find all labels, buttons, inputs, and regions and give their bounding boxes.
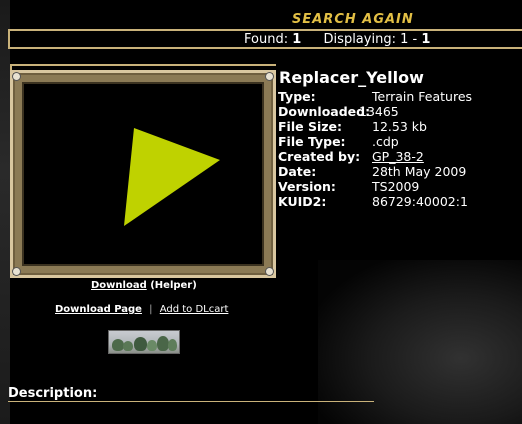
preview-image bbox=[22, 82, 264, 266]
info-label: Date: bbox=[278, 164, 317, 179]
info-label: Downloaded: bbox=[278, 104, 371, 119]
found-label: Found: bbox=[244, 32, 289, 47]
rivet-icon bbox=[12, 267, 21, 276]
info-value: Terrain Features bbox=[372, 89, 473, 104]
preview-image-frame bbox=[10, 70, 276, 278]
info-row-type: Type: Terrain Features bbox=[278, 89, 472, 104]
results-count-bar: Found: 1 Displaying: 1 - 1 bbox=[8, 29, 522, 49]
info-row-kuid2: KUID2: 86729:40002:1 bbox=[278, 194, 468, 209]
info-label: Version: bbox=[278, 179, 336, 194]
info-row-created-by: Created by: GP_38-2 bbox=[278, 149, 424, 164]
info-label: KUID2: bbox=[278, 194, 327, 209]
add-to-dlcart-link[interactable]: Add to DLcart bbox=[160, 304, 229, 315]
links-line: Download Page | Add to DLcart bbox=[55, 304, 228, 315]
creator-link[interactable]: GP_38-2 bbox=[372, 149, 424, 164]
info-row-downloaded: Downloaded: 13465 bbox=[278, 104, 399, 119]
displaying-range: 1 - bbox=[400, 32, 418, 47]
info-label: File Type: bbox=[278, 134, 346, 149]
description-divider bbox=[8, 401, 374, 402]
asset-title: Replacer_Yellow bbox=[279, 68, 424, 87]
background-rock-texture bbox=[0, 0, 10, 424]
info-label: File Size: bbox=[278, 119, 342, 134]
rivet-icon bbox=[265, 72, 274, 81]
info-row-file-type: File Type: .cdp bbox=[278, 134, 399, 149]
background-rock-texture-right bbox=[318, 260, 522, 424]
results-count: Found: 1 Displaying: 1 - 1 bbox=[244, 32, 430, 48]
info-value: 28th May 2009 bbox=[372, 164, 467, 179]
description-label: Description: bbox=[8, 386, 98, 401]
info-value: 12.53 kb bbox=[372, 119, 427, 134]
info-value: TS2009 bbox=[372, 179, 420, 194]
info-value: 86729:40002:1 bbox=[372, 194, 468, 209]
play-triangle-icon bbox=[124, 128, 220, 226]
download-link[interactable]: Download bbox=[91, 280, 147, 291]
info-row-version: Version: TS2009 bbox=[278, 179, 419, 194]
download-line: Download (Helper) bbox=[91, 280, 197, 291]
download-page-link[interactable]: Download Page bbox=[55, 304, 142, 315]
info-value: .cdp bbox=[372, 134, 399, 149]
separator: | bbox=[149, 304, 153, 315]
info-label: Type: bbox=[278, 89, 316, 104]
rivet-icon bbox=[12, 72, 21, 81]
found-count: 1 bbox=[292, 32, 302, 47]
trees-thumbnail-image[interactable] bbox=[108, 330, 180, 354]
info-row-file-size: File Size: 12.53 kb bbox=[278, 119, 427, 134]
info-row-date: Date: 28th May 2009 bbox=[278, 164, 466, 179]
search-again-link[interactable]: SEARCH AGAIN bbox=[292, 12, 414, 27]
helper-label: (Helper) bbox=[150, 280, 197, 291]
displaying-total: 1 bbox=[421, 32, 431, 47]
info-label: Created by: bbox=[278, 149, 361, 164]
info-value: 13465 bbox=[359, 104, 399, 119]
displaying-label: Displaying: bbox=[323, 32, 396, 47]
